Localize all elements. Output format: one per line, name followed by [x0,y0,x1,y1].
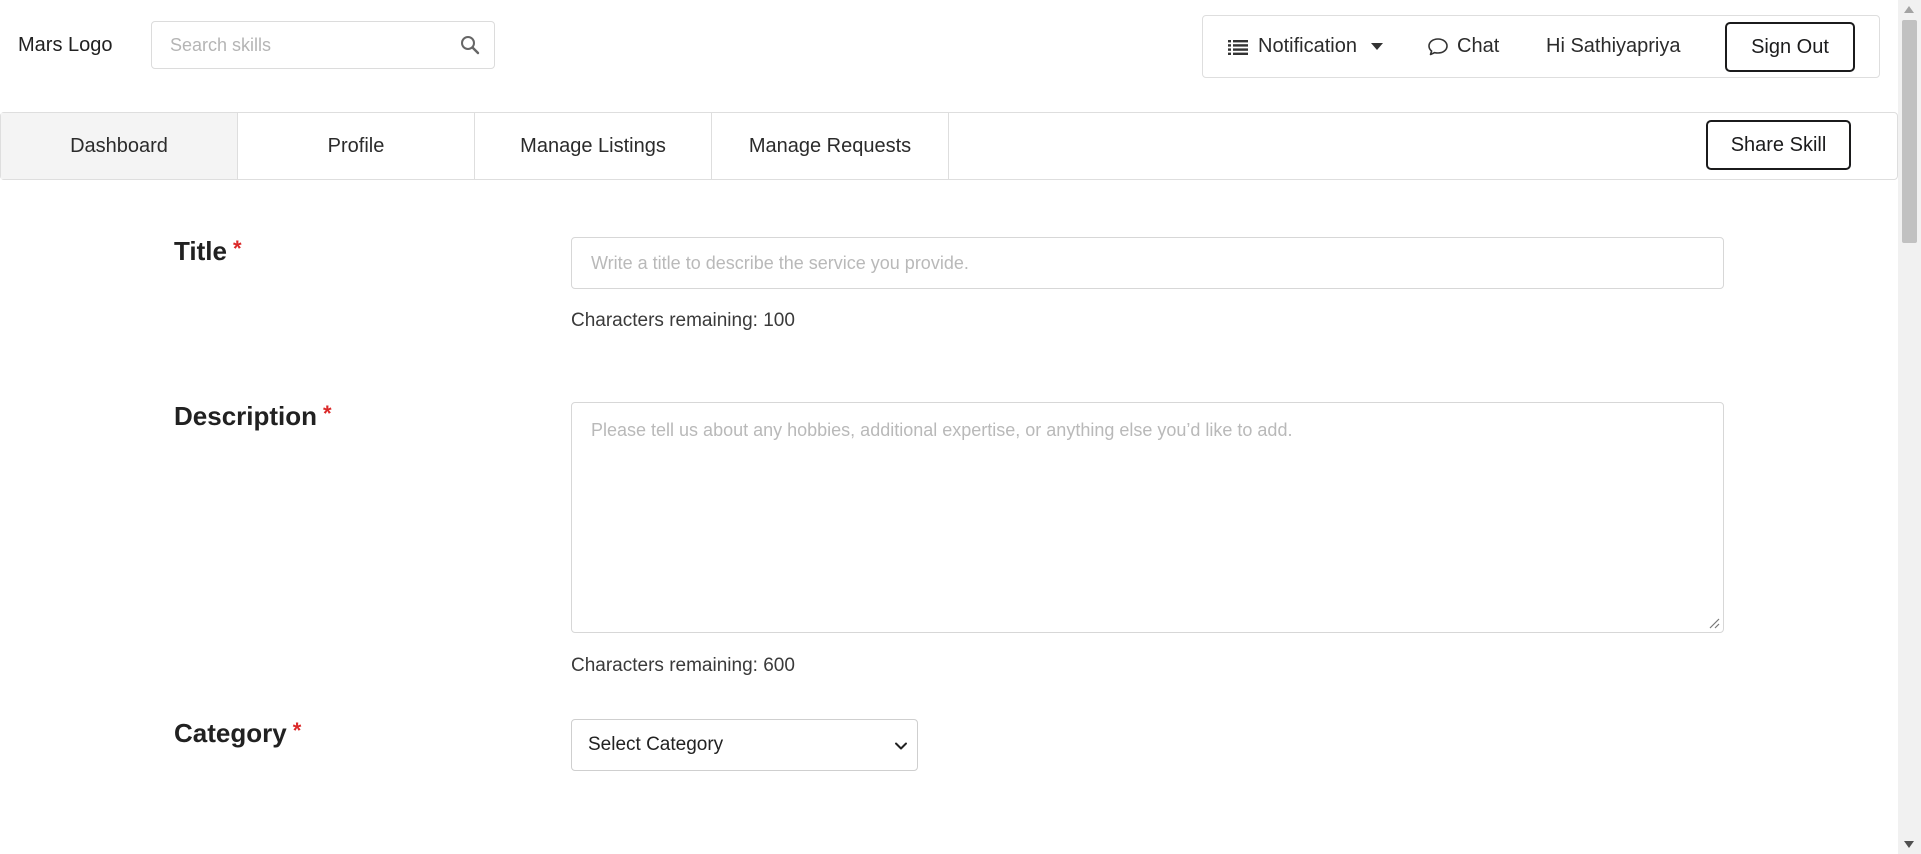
search-input[interactable] [152,22,494,68]
sign-out-button[interactable]: Sign Out [1725,22,1855,72]
category-label-text: Category [174,718,287,748]
caret-down-icon [1370,43,1383,50]
description-chars-remaining: Characters remaining: 600 [571,655,795,676]
title-field [571,237,1724,289]
chevron-down-icon [895,742,907,750]
top-menu: Notification Chat Hi Sathiyapriya Sign O… [1202,15,1880,78]
search-icon[interactable] [460,35,480,55]
title-chars-remaining: Characters remaining: 100 [571,310,795,331]
scroll-down-arrow-icon[interactable] [1904,841,1914,848]
required-marker: * [292,718,302,743]
title-input[interactable] [572,238,1723,288]
tab-manage-requests[interactable]: Manage Requests [712,113,949,179]
chat-icon [1428,37,1448,55]
tab-manage-listings[interactable]: Manage Listings [475,113,712,179]
main-tabs: Dashboard Profile Manage Listings Manage… [0,112,1898,180]
site-logo[interactable]: Mars Logo [18,34,113,57]
chat-link[interactable]: Chat [1427,16,1499,77]
list-icon [1228,39,1248,55]
tab-dashboard[interactable]: Dashboard [1,113,238,179]
scroll-up-arrow-icon[interactable] [1904,6,1914,13]
description-field [571,402,1724,633]
required-marker: * [232,236,242,261]
description-label-text: Description [174,401,318,431]
category-label: Category * [174,718,301,749]
vertical-scrollbar[interactable] [1898,0,1921,854]
category-selected-value: Select Category [588,734,724,755]
notification-label: Notification [1258,35,1357,57]
title-label: Title * [174,236,242,267]
required-marker: * [323,401,332,426]
description-label: Description * [174,401,332,432]
tab-profile[interactable]: Profile [238,113,475,179]
user-greeting[interactable]: Hi Sathiyapriya [1546,16,1681,77]
title-label-text: Title [174,236,227,266]
notification-dropdown[interactable]: Notification [1228,16,1383,77]
search-box [151,21,495,69]
category-select[interactable]: Select Category [571,719,918,771]
description-textarea[interactable] [572,403,1723,632]
scrollbar-thumb[interactable] [1902,20,1917,243]
chat-label: Chat [1457,35,1500,57]
resize-grip-icon[interactable] [1708,617,1720,629]
share-skill-button[interactable]: Share Skill [1706,120,1851,170]
